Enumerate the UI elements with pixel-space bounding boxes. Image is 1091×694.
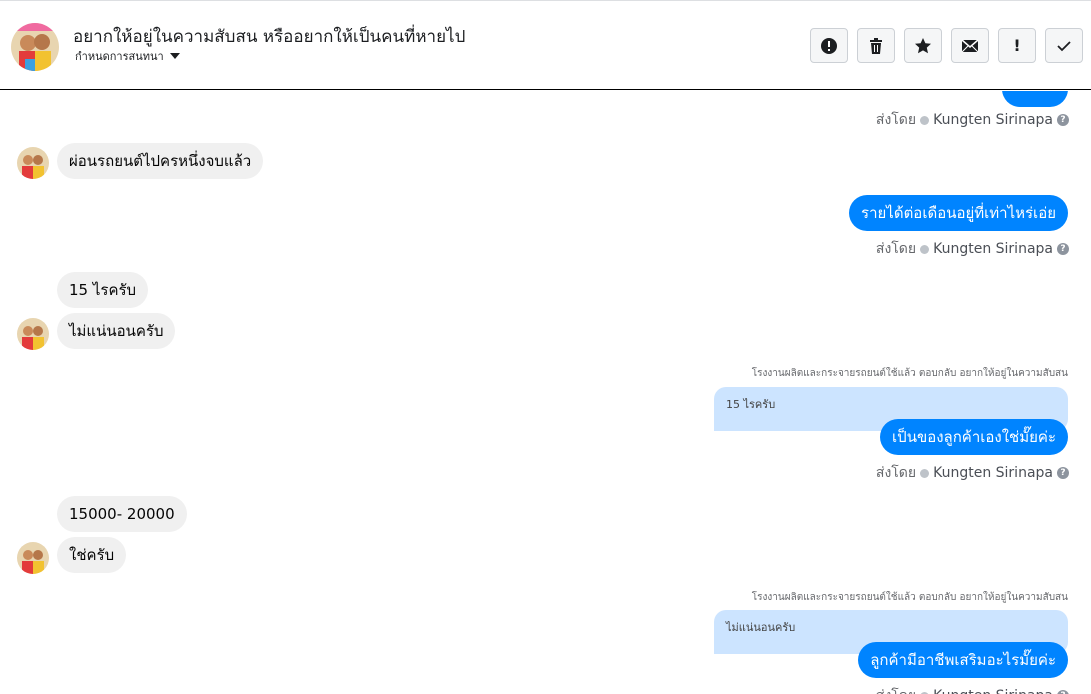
message-bubble-incoming[interactable]: 15000- 20000 bbox=[57, 496, 187, 532]
sent-by-info: ส่งโดย Kungten Sirinapa ? bbox=[876, 462, 1069, 484]
question-icon[interactable]: ? bbox=[1057, 243, 1069, 255]
header-actions: ! bbox=[810, 28, 1083, 63]
sent-by-label: ส่งโดย bbox=[875, 465, 917, 481]
conversation-settings-label: กำหนดการสนทนา bbox=[75, 50, 164, 63]
message-bubble-incoming[interactable]: ไม่แน่นอนครับ bbox=[57, 313, 176, 349]
done-button[interactable] bbox=[1045, 28, 1083, 63]
sent-by-info: ส่งโดย Kungten Sirinapa ? bbox=[876, 238, 1069, 260]
reply-context: โรงงานผลิตและกระจายรถยนต์ใช้แล้ว ตอบกลับ… bbox=[751, 368, 1068, 379]
exclamation-circle-icon bbox=[821, 37, 837, 54]
report-button[interactable] bbox=[810, 28, 848, 63]
sent-by-label: ส่งโดย bbox=[876, 685, 916, 694]
question-icon[interactable]: ? bbox=[1057, 114, 1069, 126]
conversation-title: อยากให้อยู่ในความสับสน หรืออยากให้เป็นคน… bbox=[73, 27, 466, 47]
message-bubble-outgoing[interactable]: ลูกค้ามีอาชีพเสริมอะไรมั๊ยค่ะ bbox=[858, 642, 1068, 678]
agent-name[interactable]: Kungten Sirinapa bbox=[933, 112, 1053, 128]
sent-by-info: ส่งโดย Kungten Sirinapa ? bbox=[876, 109, 1069, 131]
sent-by-label: ส่งโดย bbox=[875, 112, 917, 128]
reply-context: โรงงานผลิตและกระจายรถยนต์ใช้แล้ว ตอบกลับ… bbox=[751, 592, 1068, 603]
alert-button[interactable]: ! bbox=[998, 28, 1036, 63]
agent-name[interactable]: Kungten Sirinapa bbox=[933, 465, 1053, 481]
star-icon bbox=[915, 37, 931, 53]
message-bubble-incoming[interactable]: 15 ไรครับ bbox=[57, 272, 149, 308]
verified-icon bbox=[920, 468, 930, 478]
contact-avatar-small[interactable] bbox=[17, 147, 49, 179]
contact-avatar-small[interactable] bbox=[17, 542, 49, 574]
conversation-header: อยากให้อยู่ในความสับสน หรืออยากให้เป็นคน… bbox=[0, 0, 1091, 90]
conversation-settings-dropdown[interactable]: กำหนดการสนทนา bbox=[75, 47, 180, 65]
mail-button[interactable] bbox=[951, 28, 989, 63]
message-bubble-incoming[interactable]: ใช่ครับ bbox=[57, 537, 127, 573]
agent-name[interactable]: Kungten Sirinapa bbox=[933, 241, 1053, 257]
trash-icon bbox=[870, 37, 882, 54]
verified-icon bbox=[920, 115, 930, 125]
star-button[interactable] bbox=[904, 28, 942, 63]
delete-button[interactable] bbox=[857, 28, 895, 63]
agent-name[interactable]: Kungten Sirinapa bbox=[933, 688, 1053, 694]
message-bubble-outgoing[interactable] bbox=[1002, 91, 1068, 107]
verified-icon bbox=[920, 244, 930, 254]
question-icon[interactable]: ? bbox=[1057, 467, 1069, 479]
checkmark-icon bbox=[1057, 40, 1071, 51]
question-icon[interactable]: ? bbox=[1057, 690, 1069, 694]
message-bubble-outgoing[interactable]: รายได้ต่อเดือนอยู่ที่เท่าไหร่เอ่ย bbox=[849, 195, 1068, 231]
sent-by-info: ส่งโดย Kungten Sirinapa ? bbox=[876, 685, 1069, 694]
message-bubble-outgoing[interactable]: เป็นของลูกค้าเองใช่มั๊ยค่ะ bbox=[880, 419, 1068, 455]
contact-avatar-small[interactable] bbox=[17, 318, 49, 350]
exclamation-icon: ! bbox=[1013, 36, 1021, 55]
envelope-icon bbox=[961, 38, 979, 52]
caret-down-icon bbox=[169, 53, 180, 59]
contact-avatar[interactable] bbox=[11, 23, 59, 71]
message-bubble-incoming[interactable]: ผ่อนรถยนต์ไปครหนึ่งจบแล้ว bbox=[57, 143, 264, 179]
message-thread[interactable]: ส่งโดย Kungten Sirinapa ? ผ่อนรถยนต์ไปคร… bbox=[0, 91, 1091, 694]
sent-by-label: ส่งโดย bbox=[875, 241, 917, 257]
